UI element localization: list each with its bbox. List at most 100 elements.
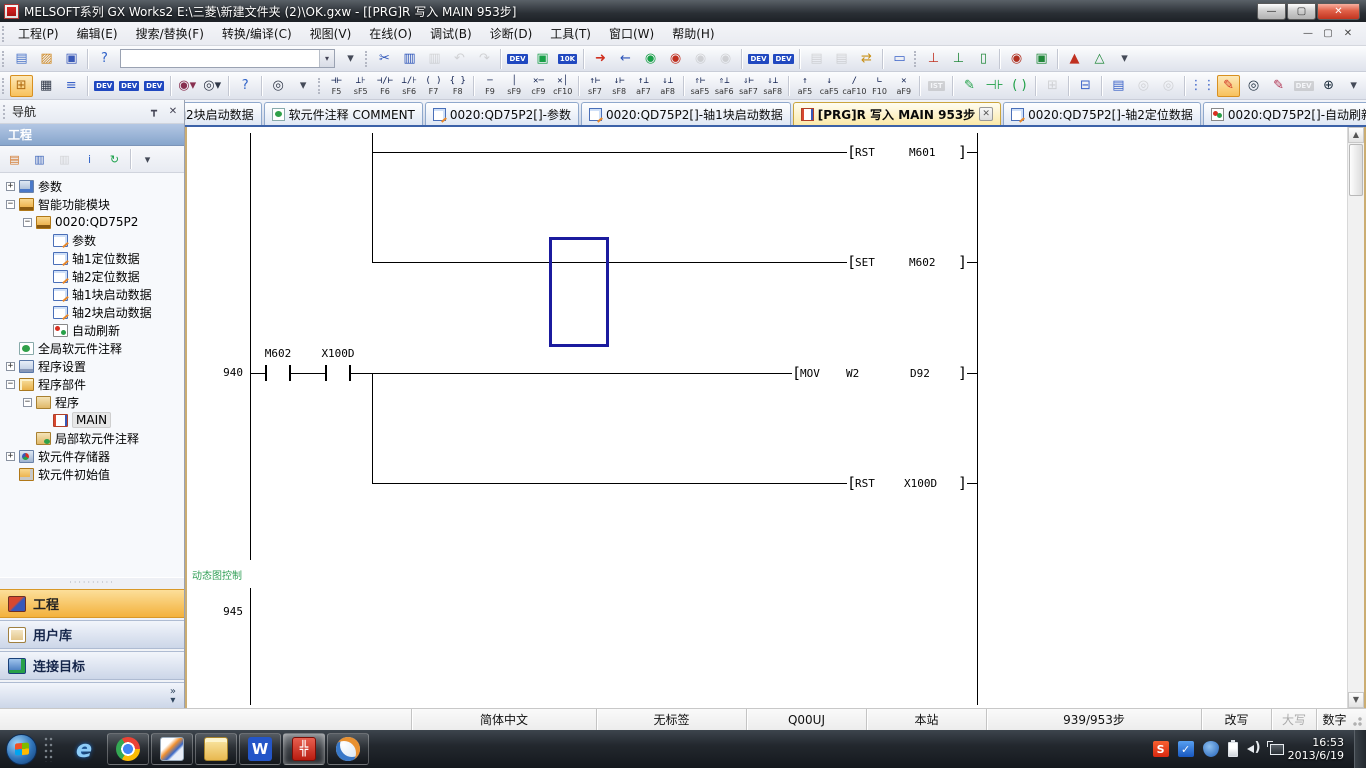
toolbar-options-icon[interactable]: ▾ [339, 48, 362, 70]
tray-network-icon[interactable] [1270, 744, 1284, 755]
pin-icon[interactable]: ┳ [146, 106, 162, 117]
restore-button[interactable]: ▢ [1287, 3, 1316, 20]
copy-icon[interactable]: ▥ [398, 48, 421, 70]
im-monitor-icon[interactable]: ◉ [1005, 48, 1028, 70]
show-desktop-button[interactable] [1354, 730, 1366, 768]
ladder-symbol-cF9[interactable]: ✕─cF9 [526, 73, 550, 98]
device-find-icon[interactable]: DEV [93, 75, 116, 97]
mdi-restore-icon[interactable]: ▢ [1320, 28, 1336, 39]
replace-device-icon[interactable]: ✎ [1267, 75, 1290, 97]
batch-edit-icon[interactable]: ⊟ [1074, 75, 1097, 97]
ladder-symbol-F10[interactable]: ∟F10 [867, 73, 891, 98]
edit-contact-icon[interactable]: ⊣⊦ [983, 75, 1006, 97]
tab-close-icon[interactable]: ✕ [979, 107, 993, 121]
tray-security-shield-icon[interactable] [1203, 741, 1219, 757]
tree-item-自动刷新[interactable]: 自动刷新 [0, 321, 184, 339]
save-project-icon[interactable]: ▣ [60, 48, 83, 70]
ladder-symbol-saF6[interactable]: ⇑⊥saF6 [712, 73, 736, 98]
device-batch-icon[interactable]: DEV [118, 75, 141, 97]
ladder-symbol-sF5[interactable]: ⊥⊦sF5 [349, 73, 373, 98]
device-display-icon[interactable]: DEV [506, 48, 529, 70]
tab-6[interactable]: 0020:QD75P2[]-自动刷新 [1203, 102, 1366, 125]
tree-item-参数[interactable]: 参数 [0, 231, 184, 249]
undo-icon[interactable]: ↶ [448, 48, 471, 70]
device-comment-display-icon[interactable]: DEV [1292, 75, 1315, 97]
vertical-scrollbar[interactable]: ▲ ▼ [1347, 127, 1364, 708]
tab-4[interactable]: [PRG]R 写入 MAIN 953步✕ [793, 102, 1001, 125]
menu-item-5[interactable]: 在线(O) [360, 22, 421, 45]
ladder-symbol-sF8[interactable]: ↓⊢sF8 [607, 73, 631, 98]
tree-item-全局软元件注释[interactable]: 全局软元件注释 [0, 339, 184, 357]
pos-trace-icon[interactable]: △ [1088, 48, 1111, 70]
tree-item-轴1块启动数据[interactable]: 轴1块启动数据 [0, 285, 184, 303]
collapse-icon[interactable]: − [23, 218, 32, 227]
toolbar-im-options-icon[interactable]: ▾ [1113, 48, 1136, 70]
tree-item-程序设置[interactable]: +程序设置 [0, 357, 184, 375]
tab-2[interactable]: 0020:QD75P2[]-参数 [425, 102, 579, 125]
read-from-plc-icon[interactable]: ← [614, 48, 637, 70]
expand-icon[interactable]: + [6, 452, 15, 461]
help-icon[interactable]: ? [93, 48, 116, 70]
taskbar-clock[interactable]: 16:53 2013/6/19 [1288, 736, 1344, 762]
open-project-icon[interactable]: ▨ [35, 48, 58, 70]
watch-window-icon[interactable]: 10K [556, 48, 579, 70]
taskbar-chrome[interactable] [107, 733, 149, 765]
ladder-symbol-saF5[interactable]: ⇑⊢saF5 [688, 73, 712, 98]
device-monitor-start-icon[interactable]: DEV [747, 48, 770, 70]
expand-icon[interactable]: + [6, 362, 15, 371]
collapse-icon[interactable]: − [6, 380, 15, 389]
ladder-symbol-aF8[interactable]: ↓⊥aF8 [656, 73, 680, 98]
doc-print-icon[interactable]: ▤ [805, 48, 828, 70]
ladder-symbol-saF8[interactable]: ⇓⊥saF8 [761, 73, 785, 98]
ladder-symbol-caF10[interactable]: ∕caF10 [841, 73, 867, 98]
splitter-grip[interactable]: ·········· [0, 577, 184, 589]
im-test-icon[interactable]: ▣ [1030, 48, 1053, 70]
ladder-symbol-F8[interactable]: { }F8 [446, 73, 470, 98]
scroll-up-icon[interactable]: ▲ [1348, 127, 1364, 143]
find-device-icon[interactable]: ◎ [1242, 75, 1265, 97]
menu-item-8[interactable]: 工具(T) [541, 22, 600, 45]
zoom-icon[interactable]: ⊕ [1317, 75, 1340, 97]
start-button[interactable] [6, 734, 37, 765]
ladder-symbol-F9[interactable]: ─F9 [478, 73, 502, 98]
ladder-symbol-sF7[interactable]: ↑⊢sF7 [583, 73, 607, 98]
tray-pc-manager-icon[interactable]: ✓ [1178, 741, 1194, 757]
find-zoom-dd-icon[interactable]: ◎▾ [201, 75, 224, 97]
ladder-symbol-sF6[interactable]: ⊥/⊦sF6 [397, 73, 421, 98]
combo-dropdown-icon[interactable]: ▾ [319, 50, 334, 67]
monitor-stop-icon[interactable]: ◉ [664, 48, 687, 70]
tree-item-轴2块启动数据[interactable]: 轴2块启动数据 [0, 303, 184, 321]
new-project-icon[interactable]: ▤ [10, 48, 33, 70]
monitor-resume-icon[interactable]: ◉ [714, 48, 737, 70]
minimize-button[interactable]: — [1257, 3, 1286, 20]
scroll-down-icon[interactable]: ▼ [1348, 692, 1364, 708]
ladder-symbol-aF7[interactable]: ↑⊥aF7 [631, 73, 655, 98]
tray-volume-icon[interactable] [1247, 741, 1261, 757]
menu-item-2[interactable]: 搜索/替换(F) [127, 22, 213, 45]
tree-item-MAIN[interactable]: MAIN [0, 411, 184, 429]
expand-icon[interactable]: + [6, 182, 15, 191]
tree-item-软元件初始值[interactable]: 软元件初始值 [0, 465, 184, 483]
ladder-symbol-saF7[interactable]: ⇓⊢saF7 [736, 73, 760, 98]
tab-3[interactable]: 0020:QD75P2[]-轴1块启动数据 [581, 102, 791, 125]
tree-item-软元件存储器[interactable]: +软元件存储器 [0, 447, 184, 465]
taskbar-paint[interactable] [327, 733, 369, 765]
mdi-close-icon[interactable]: ✕ [1340, 28, 1356, 39]
mdi-minimize-icon[interactable]: — [1300, 28, 1316, 39]
menu-item-9[interactable]: 窗口(W) [600, 22, 663, 45]
im-param-write-icon[interactable]: ⊥ [922, 48, 945, 70]
pc-monitor-icon[interactable]: ▭ [888, 48, 911, 70]
scrollbar-thumb[interactable] [1349, 144, 1363, 196]
tab-0[interactable]: 轴2块启动数据 [185, 102, 262, 125]
nav-userlib-button[interactable]: 用户库 [0, 620, 184, 649]
sort-filter-icon[interactable]: ▾ [136, 148, 159, 170]
menu-item-4[interactable]: 视图(V) [301, 22, 361, 45]
property-icon[interactable]: i [78, 148, 101, 170]
menu-item-10[interactable]: 帮助(H) [663, 22, 723, 45]
tab-1[interactable]: 软元件注释 COMMENT [264, 102, 423, 125]
ladder-symbol-F6[interactable]: ⊣/⊢F6 [373, 73, 397, 98]
cut-icon[interactable]: ✂ [373, 48, 396, 70]
tree-item-参数[interactable]: +参数 [0, 177, 184, 195]
menu-item-7[interactable]: 诊断(D) [481, 22, 542, 45]
tree-item-智能功能模块[interactable]: −智能功能模块 [0, 195, 184, 213]
